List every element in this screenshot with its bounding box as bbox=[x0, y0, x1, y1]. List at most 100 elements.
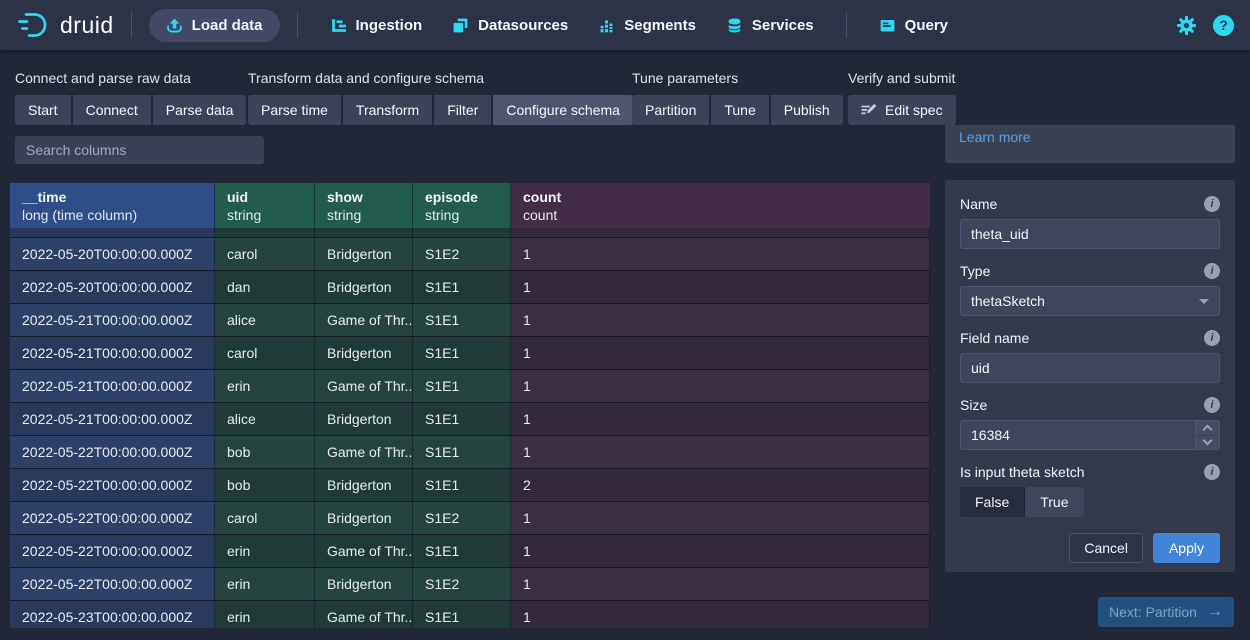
step-edit-spec[interactable]: Edit spec bbox=[848, 95, 956, 125]
column-header-count[interactable]: count count bbox=[511, 183, 930, 228]
table-cell: Game of Thr... bbox=[315, 601, 413, 628]
datasources-icon bbox=[452, 17, 469, 34]
column-name: count bbox=[523, 188, 930, 206]
table-cell: Bridgerton bbox=[315, 568, 413, 600]
nav-item-ingestion[interactable]: Ingestion bbox=[330, 17, 423, 34]
stepper-up-button[interactable] bbox=[1195, 421, 1219, 435]
table-row: 2022-05-21T00:00:00.000ZcarolBridgertonS… bbox=[10, 336, 930, 369]
table-cell: alice bbox=[215, 403, 315, 435]
table-row: 2022-05-22T00:00:00.000ZbobGame of Thr..… bbox=[10, 435, 930, 468]
table-cell: bob bbox=[215, 469, 315, 501]
column-type: string bbox=[425, 206, 510, 224]
table-header: __time long (time column) uid string sho… bbox=[10, 183, 930, 228]
table-cell: S1E2 bbox=[413, 238, 511, 270]
is-input-theta-sketch-toggle: False True bbox=[960, 487, 1084, 517]
table-cell: S1E1 bbox=[413, 601, 511, 628]
nav-item-datasources[interactable]: Datasources bbox=[452, 17, 568, 34]
table-cell: S1E1 bbox=[413, 403, 511, 435]
table-cell bbox=[413, 228, 511, 237]
table-cell: 2022-05-20T00:00:00.000Z bbox=[10, 271, 215, 303]
gear-icon[interactable] bbox=[1176, 15, 1197, 36]
column-header-uid[interactable]: uid string bbox=[215, 183, 315, 228]
step-partition[interactable]: Partition bbox=[632, 95, 709, 125]
name-field[interactable] bbox=[960, 219, 1220, 249]
info-icon[interactable]: i bbox=[1204, 196, 1220, 212]
column-type: long (time column) bbox=[22, 206, 214, 224]
table-cell: 1 bbox=[511, 535, 930, 567]
true-button[interactable]: True bbox=[1025, 487, 1083, 517]
table-cell: 2022-05-21T00:00:00.000Z bbox=[10, 403, 215, 435]
field-name-field[interactable] bbox=[960, 353, 1220, 383]
step-configure-schema[interactable]: Configure schema bbox=[493, 95, 633, 125]
size-field[interactable] bbox=[960, 420, 1220, 450]
nav-item-label: Ingestion bbox=[356, 17, 423, 34]
table-cell: carol bbox=[215, 337, 315, 369]
info-icon[interactable]: i bbox=[1204, 397, 1220, 413]
column-type: count bbox=[523, 206, 930, 224]
column-header-episode[interactable]: episode string bbox=[413, 183, 511, 228]
type-select[interactable]: thetaSketch bbox=[960, 286, 1220, 316]
step-connect[interactable]: Connect bbox=[73, 95, 151, 125]
learn-more-link[interactable]: Learn more bbox=[959, 129, 1031, 145]
segments-icon bbox=[598, 17, 615, 34]
chevron-down-icon bbox=[1199, 299, 1209, 304]
info-icon[interactable]: i bbox=[1204, 330, 1220, 346]
table-row: 2022-05-21T00:00:00.000ZerinGame of Thr.… bbox=[10, 369, 930, 402]
table-cell: Bridgerton bbox=[315, 403, 413, 435]
step-parse-data[interactable]: Parse data bbox=[153, 95, 247, 125]
step-tune[interactable]: Tune bbox=[711, 95, 768, 125]
step-row: Parse time Transform Filter Configure sc… bbox=[248, 95, 633, 125]
false-button[interactable]: False bbox=[960, 487, 1025, 517]
nav-item-services[interactable]: Services bbox=[726, 17, 814, 34]
cancel-button[interactable]: Cancel bbox=[1069, 533, 1143, 563]
step-row: Edit spec bbox=[848, 95, 956, 125]
apply-button[interactable]: Apply bbox=[1153, 533, 1220, 563]
column-header-time[interactable]: __time long (time column) bbox=[10, 183, 215, 228]
stepper-down-button[interactable] bbox=[1195, 435, 1219, 450]
table-cell: Game of Thr... bbox=[315, 370, 413, 402]
column-header-show[interactable]: show string bbox=[315, 183, 413, 228]
table-cell: Bridgerton bbox=[315, 337, 413, 369]
ingestion-icon bbox=[330, 17, 347, 34]
step-start[interactable]: Start bbox=[15, 95, 71, 125]
step-transform[interactable]: Transform bbox=[343, 95, 432, 125]
table-row-partial bbox=[10, 228, 930, 237]
step-parse-time[interactable]: Parse time bbox=[248, 95, 341, 125]
nav-item-query[interactable]: Query bbox=[879, 17, 948, 34]
info-icon[interactable]: i bbox=[1204, 464, 1220, 480]
druid-console: druid Load data Ingestion Datasour bbox=[0, 0, 1250, 640]
help-icon[interactable]: ? bbox=[1213, 15, 1234, 36]
size-stepper bbox=[960, 420, 1220, 450]
step-publish[interactable]: Publish bbox=[771, 95, 843, 125]
table-cell: erin bbox=[215, 568, 315, 600]
table-row: 2022-05-22T00:00:00.000ZerinGame of Thr.… bbox=[10, 534, 930, 567]
table-cell: S1E2 bbox=[413, 502, 511, 534]
table-cell: 1 bbox=[511, 502, 930, 534]
nav-divider bbox=[846, 12, 847, 38]
nav-item-label: Query bbox=[905, 17, 948, 34]
schema-preview-table: __time long (time column) uid string sho… bbox=[10, 183, 930, 628]
chevron-down-icon bbox=[1203, 435, 1213, 445]
info-icon[interactable]: i bbox=[1204, 263, 1220, 279]
nav-item-label: Services bbox=[752, 17, 814, 34]
search-input[interactable] bbox=[15, 136, 264, 164]
next-button-label: Next: Partition bbox=[1109, 604, 1197, 620]
nav-item-segments[interactable]: Segments bbox=[598, 17, 696, 34]
type-label: Type bbox=[960, 263, 990, 279]
druid-logo[interactable]: druid bbox=[16, 10, 114, 40]
info-callout: Learn more bbox=[945, 125, 1235, 163]
table-cell: 1 bbox=[511, 403, 930, 435]
table-row: 2022-05-22T00:00:00.000ZerinBridgertonS1… bbox=[10, 567, 930, 600]
nav-item-load-data[interactable]: Load data bbox=[149, 9, 280, 42]
table-row: 2022-05-22T00:00:00.000ZcarolBridgertonS… bbox=[10, 501, 930, 534]
table-cell: Game of Thr... bbox=[315, 535, 413, 567]
column-name: __time bbox=[22, 188, 214, 206]
cloud-upload-icon bbox=[166, 17, 183, 34]
druid-logo-text: druid bbox=[60, 12, 114, 39]
step-filter[interactable]: Filter bbox=[434, 95, 491, 125]
next-partition-button[interactable]: Next: Partition → bbox=[1098, 597, 1234, 627]
step-group-title: Verify and submit bbox=[848, 70, 956, 86]
step-row: Start Connect Parse data bbox=[15, 95, 246, 125]
table-cell: 1 bbox=[511, 337, 930, 369]
nav-divider bbox=[297, 12, 298, 38]
